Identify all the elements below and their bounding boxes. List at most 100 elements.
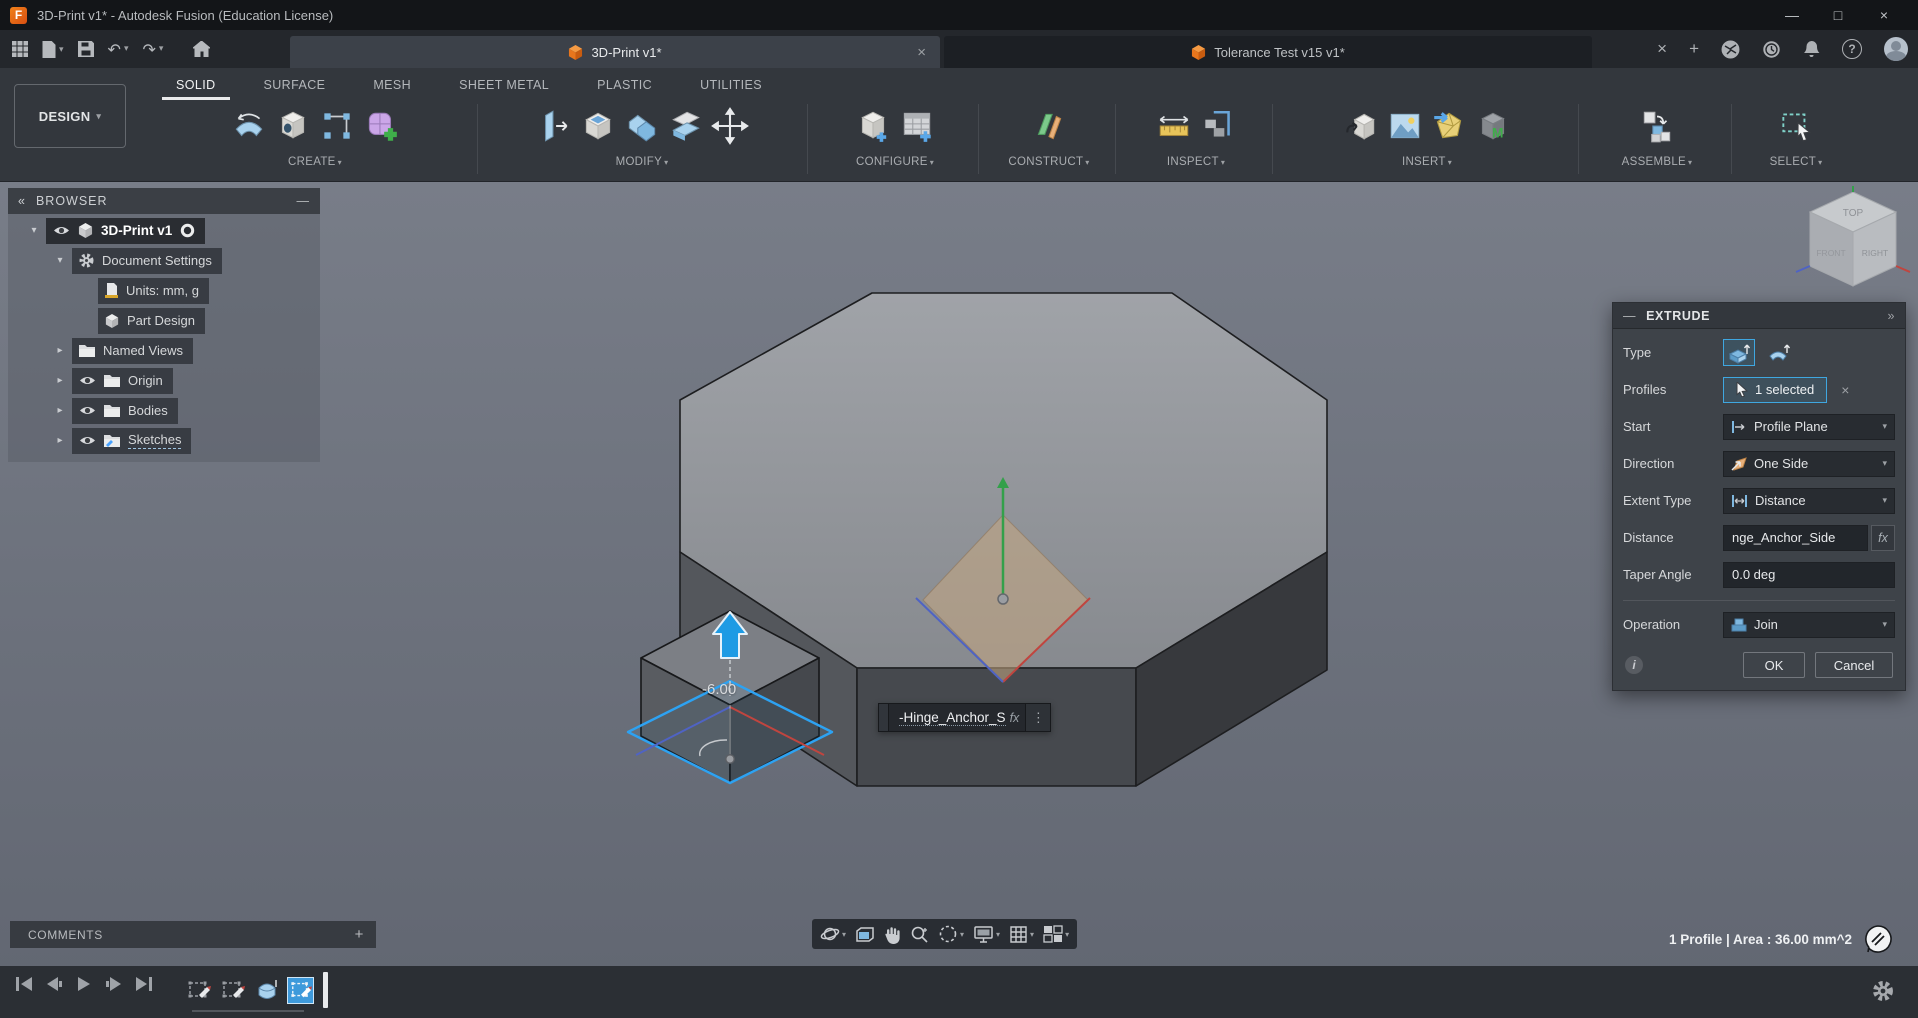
timeline-sketch1-feature[interactable] [185, 977, 212, 1004]
select-group-label[interactable]: SELECT ▾ [1736, 156, 1856, 168]
item-label[interactable]: Sketches [128, 432, 182, 449]
home-button[interactable] [193, 41, 211, 57]
step-forward-button[interactable] [104, 976, 124, 992]
fit-button[interactable]: ▾ [938, 924, 964, 944]
help-icon[interactable]: ? [1842, 39, 1862, 59]
visibility-eye-icon[interactable] [79, 375, 96, 386]
close-tab-icon[interactable]: × [1657, 39, 1667, 59]
profile-avatar[interactable] [1884, 37, 1908, 61]
modify-group-label[interactable]: MODIFY ▾ [482, 156, 802, 168]
chevron-right-icon[interactable]: ▸ [54, 435, 66, 446]
direction-dropdown[interactable]: One Side ▾ [1723, 450, 1895, 477]
item-label[interactable]: Named Views [103, 343, 183, 358]
timeline-settings-gear-icon[interactable] [1872, 980, 1894, 1002]
tab-solid[interactable]: SOLID [152, 74, 240, 100]
browser-item-bodies[interactable]: ▸ Bodies [8, 397, 320, 424]
orbit-button[interactable]: ▾ [820, 924, 846, 944]
redo-button[interactable]: ↷ ▾ [142, 40, 163, 59]
browser-item-root[interactable]: ▾ 3D-Print v1 [8, 217, 320, 244]
visibility-eye-icon[interactable] [79, 405, 96, 416]
zoom-button[interactable] [910, 925, 929, 944]
collapse-dialog-icon[interactable]: — [1623, 309, 1636, 323]
profiles-selection-chip[interactable]: 1 selected [1723, 376, 1828, 403]
browser-item-named-views[interactable]: ▸ Named Views [8, 337, 320, 364]
view-cube[interactable]: TOP FRONT RIGHT [1792, 186, 1914, 298]
tab-3d-print-v1[interactable]: 3D-Print v1* × [290, 36, 940, 68]
section-analysis-icon[interactable] [1199, 107, 1237, 145]
measure-icon[interactable] [1155, 107, 1193, 145]
extrude-dialog-header[interactable]: — EXTRUDE » [1613, 303, 1905, 329]
chevron-down-icon[interactable]: ▾ [28, 225, 40, 236]
sketch-origin-point[interactable] [725, 754, 735, 764]
activate-component-icon[interactable] [180, 223, 195, 238]
app-grid-icon[interactable] [12, 41, 28, 57]
browser-item-origin[interactable]: ▸ Origin [8, 367, 320, 394]
tab-utilities[interactable]: UTILITIES [676, 74, 786, 100]
notifications-bell-icon[interactable] [1803, 40, 1820, 59]
extent-type-dropdown[interactable]: Distance ▾ [1723, 487, 1895, 514]
expand-dialog-icon[interactable]: » [1887, 309, 1895, 323]
browser-item-part-design[interactable]: Part Design [8, 307, 320, 334]
new-component-icon[interactable] [1638, 107, 1676, 145]
inspect-group-label[interactable]: INSPECT ▾ [1120, 156, 1272, 168]
item-label[interactable]: Part Design [127, 313, 195, 328]
feedback-badge-icon[interactable] [1864, 925, 1892, 953]
tab-close-icon[interactable]: × [917, 44, 926, 61]
workspace-selector[interactable]: DESIGN ▾ [14, 84, 126, 148]
comments-panel[interactable]: COMMENTS + [10, 921, 376, 948]
undo-button[interactable]: ↶ ▾ [108, 40, 129, 59]
shell-icon[interactable] [579, 107, 617, 145]
canvas-icon[interactable] [1430, 107, 1468, 145]
type-extrude-button[interactable] [1723, 339, 1755, 366]
insert-derive-icon[interactable] [1342, 107, 1380, 145]
browser-item-sketches[interactable]: ▸ Sketches [8, 427, 320, 454]
add-comment-icon[interactable]: + [355, 926, 364, 943]
construct-group-label[interactable]: CONSTRUCT ▾ [983, 156, 1115, 168]
browser-item-document-settings[interactable]: ▾ Document Settings [8, 247, 320, 274]
chevron-right-icon[interactable]: ▸ [54, 405, 66, 416]
window-close-button[interactable]: × [1874, 7, 1894, 23]
pan-button[interactable] [884, 925, 901, 944]
insert-mesh-icon[interactable]: M [1474, 107, 1512, 145]
construct-plane-icon[interactable] [1030, 107, 1068, 145]
item-label[interactable]: Document Settings [102, 253, 212, 268]
tab-plastic[interactable]: PLASTIC [573, 74, 676, 100]
collapse-panel-icon[interactable]: « [18, 194, 26, 208]
file-menu-button[interactable]: ▾ [42, 40, 64, 58]
dimension-expression-input[interactable]: -Hinge_Anchor_S fx ⋮ [878, 703, 1052, 732]
timeline-sketch2-feature[interactable] [219, 977, 246, 1004]
go-to-start-button[interactable] [14, 976, 34, 992]
revolve-icon[interactable] [230, 107, 268, 145]
extensions-icon[interactable] [1721, 40, 1740, 59]
timeline-position-marker[interactable] [323, 972, 328, 1008]
distance-input[interactable]: nge_Anchor_Side [1723, 524, 1868, 551]
create-form-icon[interactable] [362, 107, 400, 145]
assemble-group-label[interactable]: ASSEMBLE ▾ [1583, 156, 1731, 168]
timeline-extrude-feature[interactable] [253, 977, 280, 1004]
visibility-eye-icon[interactable] [53, 225, 70, 236]
cancel-button[interactable]: Cancel [1815, 652, 1893, 678]
grid-snap-button[interactable]: ▾ [1009, 925, 1034, 944]
configuration-table-icon[interactable] [898, 107, 936, 145]
tab-surface[interactable]: SURFACE [240, 74, 350, 100]
taper-angle-input[interactable]: 0.0 deg [1723, 561, 1895, 588]
configuration-icon[interactable] [854, 107, 892, 145]
item-label[interactable]: Bodies [128, 403, 168, 418]
kebab-menu-icon[interactable]: ⋮ [1025, 704, 1051, 731]
type-thin-extrude-button[interactable] [1763, 339, 1795, 366]
create-sketch-icon[interactable] [318, 107, 356, 145]
look-at-button[interactable] [855, 926, 875, 943]
chevron-down-icon[interactable]: ▾ [54, 255, 66, 266]
clear-selection-icon[interactable]: × [1841, 382, 1849, 398]
operation-dropdown[interactable]: Join ▾ [1723, 611, 1895, 638]
minimize-panel-icon[interactable]: — [297, 194, 311, 208]
viewports-button[interactable]: ▾ [1043, 925, 1069, 943]
tab-sheet-metal[interactable]: SHEET METAL [435, 74, 573, 100]
select-icon[interactable] [1777, 107, 1815, 145]
item-label[interactable]: Origin [128, 373, 163, 388]
go-to-end-button[interactable] [134, 976, 154, 992]
start-dropdown[interactable]: Profile Plane ▾ [1723, 413, 1895, 440]
step-back-button[interactable] [44, 976, 64, 992]
dimension-expression-value[interactable]: -Hinge_Anchor_S [899, 710, 1006, 726]
chevron-right-icon[interactable]: ▸ [54, 375, 66, 386]
